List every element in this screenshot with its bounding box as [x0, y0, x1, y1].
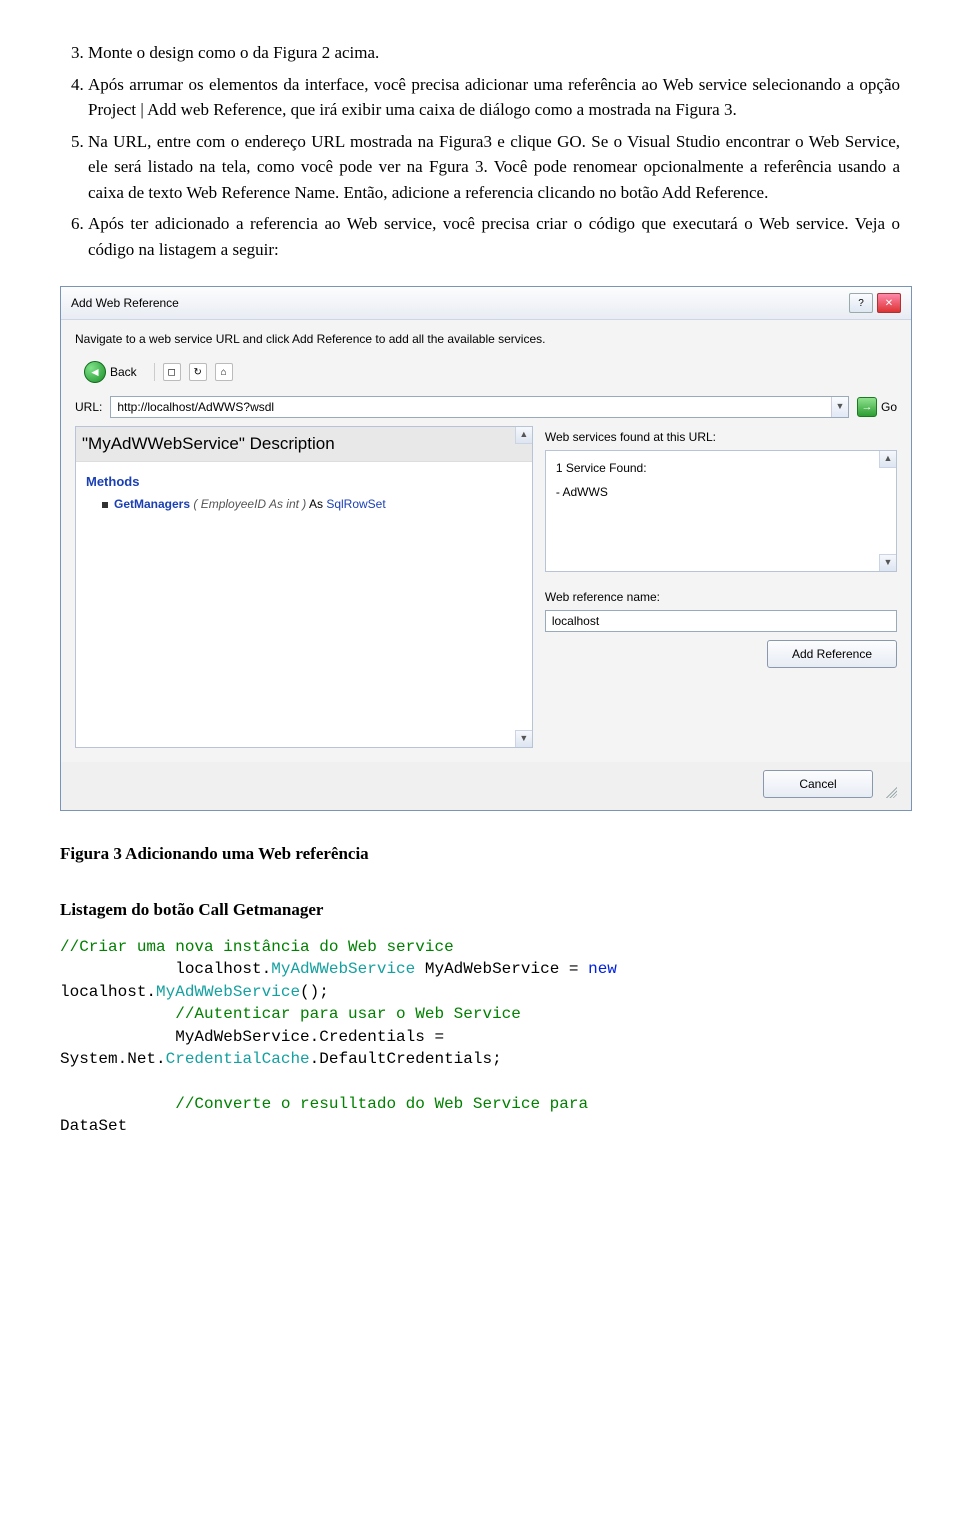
figure-number: Figura 3: [60, 844, 122, 863]
method-as: As: [309, 497, 323, 511]
refresh-icon[interactable]: ↻: [189, 363, 207, 381]
figure-caption: Figura 3 Adicionando uma Web referência: [60, 841, 900, 867]
home-icon[interactable]: ⌂: [215, 363, 233, 381]
found-label: Web services found at this URL:: [545, 428, 897, 446]
services-found-panel: ▲ 1 Service Found: - AdWWS ▼: [545, 450, 897, 572]
url-input[interactable]: [111, 397, 831, 417]
code-comment: //Criar uma nova instância do Web servic…: [60, 938, 454, 956]
code-keyword: new: [588, 960, 617, 978]
method-params: ( EmployeeID As int ): [193, 497, 306, 511]
url-combo[interactable]: ▼: [110, 396, 849, 418]
resize-grip-icon[interactable]: [883, 784, 897, 798]
code-type: CredentialCache: [166, 1050, 310, 1068]
figure-text: Adicionando uma Web referência: [122, 844, 369, 863]
code-text: MyAdWebService =: [415, 960, 588, 978]
dialog-description: Navigate to a web service URL and click …: [75, 330, 897, 348]
nav-toolbar: ◄ Back ◻ ↻ ⌂: [75, 358, 897, 386]
chevron-down-icon[interactable]: ▼: [831, 397, 848, 417]
list-item: Após arrumar os elementos da interface, …: [88, 72, 900, 123]
code-type: MyAdWWebService: [156, 983, 300, 1001]
url-label: URL:: [75, 398, 102, 416]
scroll-up-icon[interactable]: ▲: [515, 427, 532, 444]
service-title: "MyAdWWebService" Description: [76, 427, 532, 462]
code-comment: //Autenticar para usar o Web Service: [60, 1005, 521, 1023]
found-count: 1 Service Found:: [556, 459, 874, 477]
go-button[interactable]: → Go: [857, 397, 897, 417]
list-item: Monte o design como o da Figura 2 acima.: [88, 40, 900, 66]
screenshot-figure: Add Web Reference ? ✕ Navigate to a web …: [60, 286, 900, 811]
methods-header: Methods: [86, 472, 510, 492]
service-description-panel: ▲ "MyAdWWebService" Description Methods …: [75, 426, 533, 748]
scroll-up-icon[interactable]: ▲: [879, 451, 896, 468]
scroll-down-icon[interactable]: ▼: [515, 730, 532, 747]
go-label: Go: [881, 398, 897, 416]
url-row: URL: ▼ → Go: [75, 396, 897, 418]
found-service: - AdWWS: [556, 483, 874, 501]
close-button[interactable]: ✕: [877, 293, 901, 313]
window-controls: ? ✕: [849, 293, 901, 313]
code-listing: //Criar uma nova instância do Web servic…: [60, 936, 900, 1138]
ref-name-label: Web reference name:: [545, 588, 897, 606]
method-return[interactable]: SqlRowSet: [326, 497, 385, 511]
instruction-list: Monte o design como o da Figura 2 acima.…: [60, 40, 900, 262]
code-text: ();: [300, 983, 329, 1001]
list-item: Na URL, entre com o endereço URL mostrad…: [88, 129, 900, 206]
cancel-button[interactable]: Cancel: [763, 770, 873, 798]
method-name[interactable]: GetManagers: [114, 497, 190, 511]
add-web-reference-dialog: Add Web Reference ? ✕ Navigate to a web …: [60, 286, 912, 811]
dialog-titlebar: Add Web Reference ? ✕: [61, 287, 911, 320]
code-text: localhost.: [60, 983, 156, 1001]
back-label: Back: [110, 363, 137, 381]
code-text: localhost.: [60, 960, 271, 978]
code-text: DataSet: [60, 1117, 127, 1135]
code-type: MyAdWWebService: [271, 960, 415, 978]
code-text: System.Net.: [60, 1050, 166, 1068]
listing-header: Listagem do botão Call Getmanager: [60, 897, 900, 923]
bullet-icon: [102, 502, 108, 508]
add-reference-button[interactable]: Add Reference: [767, 640, 897, 668]
back-arrow-icon: ◄: [84, 361, 106, 383]
code-comment: //Converte o resulltado do Web Service p…: [60, 1095, 588, 1113]
dialog-title-text: Add Web Reference: [71, 294, 179, 312]
scroll-down-icon[interactable]: ▼: [879, 554, 896, 571]
code-text: .DefaultCredentials;: [310, 1050, 502, 1068]
back-button[interactable]: ◄ Back: [75, 358, 146, 386]
dialog-footer: Cancel: [61, 762, 911, 810]
go-arrow-icon: →: [857, 397, 877, 417]
stop-icon[interactable]: ◻: [163, 363, 181, 381]
list-item: Após ter adicionado a referencia ao Web …: [88, 211, 900, 262]
ref-name-input[interactable]: [545, 610, 897, 632]
help-button[interactable]: ?: [849, 293, 873, 313]
separator: [154, 363, 155, 381]
method-item: GetManagers ( EmployeeID As int ) As Sql…: [102, 495, 510, 513]
code-text: MyAdWebService.Credentials =: [60, 1028, 444, 1046]
